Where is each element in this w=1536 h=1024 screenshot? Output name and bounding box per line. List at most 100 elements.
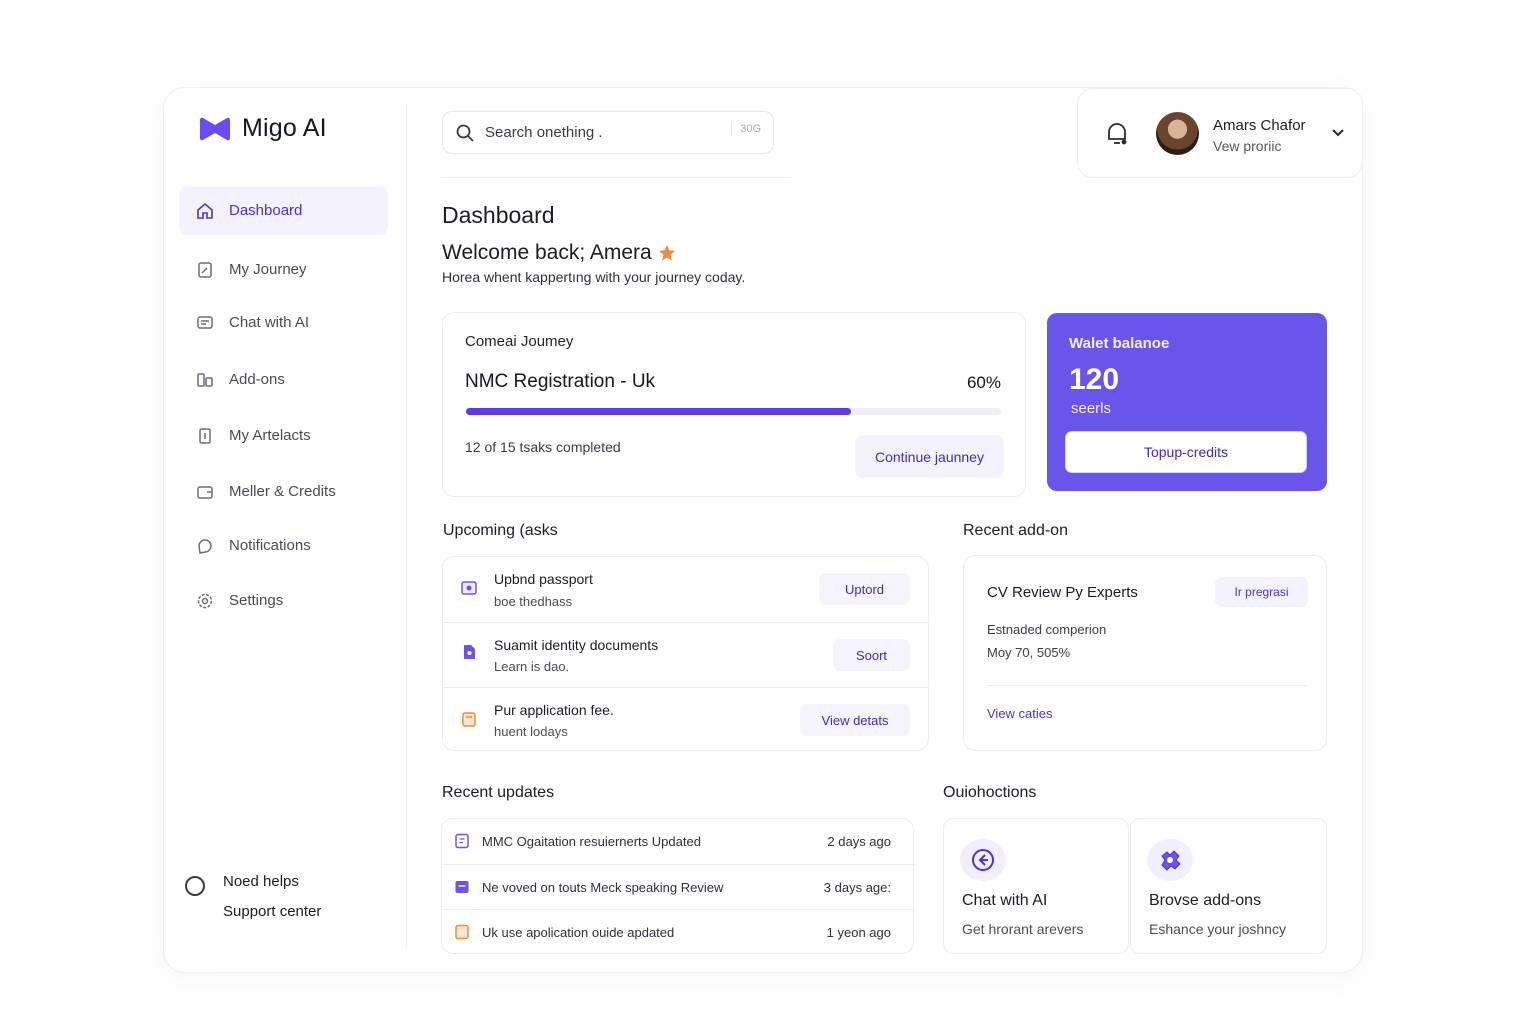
sidebar-item-my-artelacts[interactable]: My Artelacts — [179, 411, 388, 460]
user-role: Vew proriic — [1213, 138, 1282, 154]
journey-title: NMC Registration - Uk — [465, 371, 656, 392]
wallet-title: Walet balanoe — [1069, 335, 1170, 352]
sidebar-item-notifications[interactable]: Notifications — [179, 521, 388, 570]
upcoming-tasks-list: Upbnd passport boe thedhass Uptord Suami… — [442, 556, 930, 752]
quick-action-chat[interactable]: Chat with AI Get hrorant arevers — [943, 818, 1129, 954]
addon-divider — [987, 685, 1307, 686]
update-text: MMC Ogaitation resuiernerts Updated — [482, 834, 701, 849]
continue-journey-button[interactable]: Continue jaunney — [855, 435, 1004, 478]
support-center-link[interactable]: Support center — [223, 903, 321, 920]
task-title: Upbnd passport — [494, 571, 593, 587]
journey-task-count: 12 of 15 tsaks completed — [465, 439, 621, 455]
chevron-down-icon[interactable] — [1331, 128, 1345, 138]
recent-addon-card: CV Review Py Experts Ir pregrasi Estnade… — [963, 555, 1327, 751]
home-icon — [197, 202, 213, 219]
wallet-card: Walet balanoe 120 seerls Topup-credits — [1047, 313, 1327, 491]
addon-detail-value: Moy 70, 505% — [987, 645, 1071, 660]
topup-credits-button[interactable]: Topup-credits — [1065, 431, 1307, 473]
sidebar-item-label: Chat with AI — [229, 314, 310, 331]
addon-detail-label: Estnaded comperion — [987, 622, 1107, 637]
list-item: Pur application fee. huent lodays View d… — [443, 687, 930, 752]
task-subtitle: huent lodays — [494, 724, 568, 739]
sidebar-item-chat-with-ai[interactable]: Chat with AI — [179, 298, 388, 347]
app-name: Migo AI — [242, 114, 327, 142]
quick-action-addons[interactable]: Brovse add-ons Eshance your joshncy — [1130, 818, 1327, 954]
review-icon — [455, 881, 469, 893]
sidebar-item-label: My Artelacts — [229, 427, 311, 444]
task-action-button[interactable]: Soort — [833, 639, 910, 671]
view-details-link[interactable]: View caties — [987, 706, 1053, 721]
notification-bell-icon[interactable] — [1105, 121, 1129, 147]
logo[interactable]: Migo AI — [198, 114, 327, 143]
sidebar-item-my-journey[interactable]: My Journey — [179, 245, 388, 294]
list-item: Suamit identity documents Learn is dao. … — [443, 622, 930, 687]
bell-icon — [198, 538, 212, 554]
sidebar-item-label: Add-ons — [229, 371, 285, 388]
sidebar-item-label: My Journey — [229, 261, 307, 278]
document-icon — [199, 427, 211, 444]
page-title: Dashboard — [442, 202, 555, 228]
table-row[interactable]: MMC Ogaitation resuiernerts Updated 2 da… — [442, 819, 915, 864]
status-badge: Ir pregrasi — [1215, 577, 1308, 607]
passport-icon — [461, 581, 477, 595]
user-name: Amars Chafor — [1213, 117, 1306, 134]
help-title: Noed helps — [223, 873, 299, 890]
avatar[interactable] — [1156, 112, 1199, 155]
gear-icon — [197, 593, 213, 608]
journey-icon — [198, 261, 212, 278]
addons-icon — [197, 372, 213, 387]
welcome-heading: Welcome back; Amera — [442, 241, 676, 265]
header-divider — [442, 177, 790, 178]
sidebar-item-label: Notifications — [229, 537, 311, 554]
update-time: 1 yeon ago — [826, 925, 891, 940]
table-row[interactable]: Uk use apolication ouide apdated 1 yeon … — [442, 909, 915, 954]
update-time: 3 days age: — [823, 880, 891, 895]
sidebar-item-label: Dashboard — [229, 202, 303, 219]
table-row[interactable]: Ne voved on touts Meck speaking Review 3… — [442, 864, 915, 909]
task-title: Pur application fee. — [494, 702, 614, 718]
task-action-button[interactable]: View detats — [800, 704, 910, 736]
update-time: 2 days ago — [827, 834, 891, 849]
sidebar-item-meller-credits[interactable]: Meller & Credits — [179, 467, 388, 516]
task-action-button[interactable]: Uptord — [819, 573, 910, 605]
task-subtitle: Learn is dao. — [494, 659, 570, 674]
search-input[interactable]: Search onething . 30G — [442, 111, 774, 154]
chat-icon — [197, 315, 213, 329]
sidebar-item-settings[interactable]: Settings — [179, 576, 388, 625]
chat-arrow-icon — [960, 839, 1006, 881]
journey-progress-bar — [466, 408, 1001, 415]
wallet-value: 120 — [1069, 363, 1120, 396]
search-icon — [456, 124, 474, 142]
wallet-icon — [197, 485, 213, 499]
welcome-subtitle: Horea whent kappertıng with your journey… — [442, 269, 746, 285]
search-placeholder: Search onething . — [485, 124, 603, 141]
update-text: Ne voved on touts Meck speaking Review — [482, 880, 724, 895]
guide-icon — [455, 924, 469, 940]
journey-percent: 60% — [966, 373, 1001, 392]
update-text: Uk use apolication ouide apdated — [482, 925, 675, 940]
quick-action-subtitle: Get hrorant arevers — [962, 921, 1084, 937]
welcome-text: Welcome back; Amera — [442, 241, 652, 264]
search-shortcut: 30G — [731, 123, 761, 135]
star-icon — [658, 244, 675, 261]
sidebar-item-label: Meller & Credits — [229, 483, 336, 500]
fee-icon — [462, 712, 476, 727]
quick-actions-heading: Ouiohoctions — [943, 784, 1037, 801]
puzzle-icon — [1147, 839, 1193, 881]
quick-action-subtitle: Eshance your joshncy — [1149, 921, 1286, 937]
sidebar-item-label: Settings — [229, 592, 284, 609]
upcoming-tasks-heading: Upcoming (asks — [443, 522, 558, 539]
recent-addon-heading: Recent add-on — [963, 522, 1068, 539]
identity-icon — [464, 645, 475, 659]
help-icon — [185, 876, 205, 896]
wallet-unit: seerls — [1071, 400, 1112, 417]
journey-progress-fill — [466, 408, 852, 415]
sidebar-item-dashboard[interactable]: Dashboard — [179, 186, 388, 235]
document-icon — [455, 833, 469, 849]
list-item: Upbnd passport boe thedhass Uptord — [443, 557, 930, 622]
sidebar-item-add-ons[interactable]: Add-ons — [179, 355, 388, 404]
task-title: Suamit identity documents — [494, 637, 659, 653]
journey-card: Comeai Joumey NMC Registration - Uk 60% … — [442, 312, 1026, 497]
logo-icon — [200, 117, 230, 140]
task-subtitle: boe thedhass — [494, 594, 573, 609]
